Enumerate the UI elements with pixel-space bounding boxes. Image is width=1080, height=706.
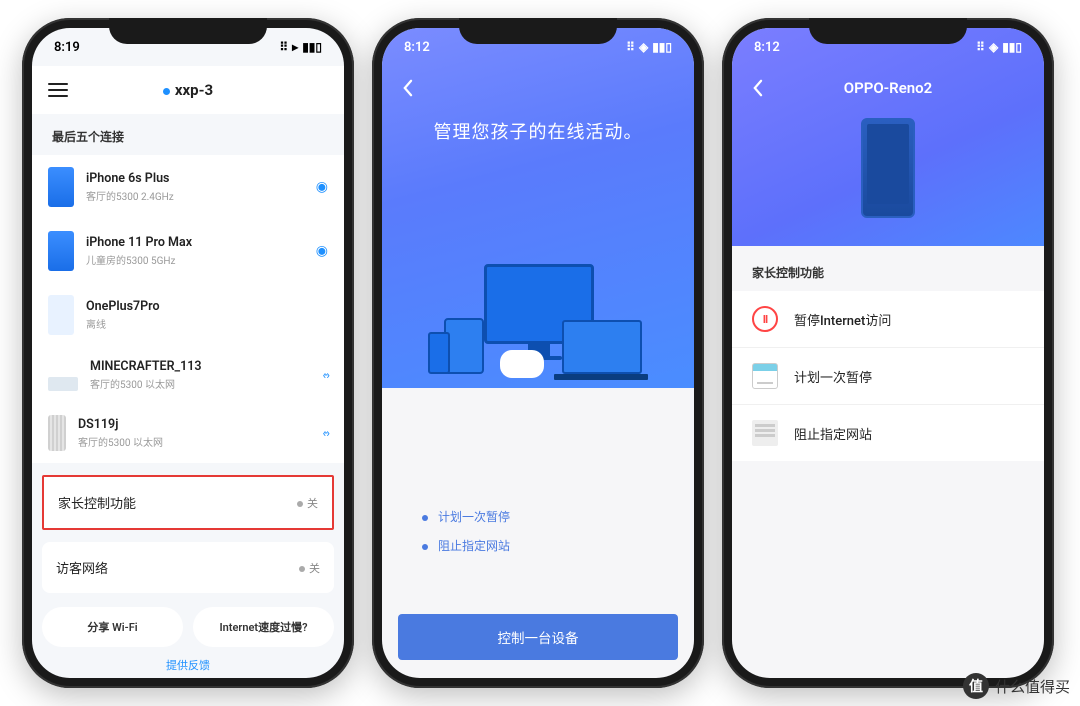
status-time: 8:19 [54,40,80,55]
status-time: 8:12 [404,40,430,55]
header [382,66,694,110]
watermark: 值 什么值得买 [963,673,1070,699]
section-header: 最后五个连接 [32,114,344,155]
website-block-icon [752,420,778,446]
back-icon[interactable] [746,77,768,99]
control-device-button[interactable]: 控制一台设备 [398,614,678,660]
status-off: 关 [297,495,318,511]
device-phone-icon [48,231,74,271]
status-icons: ⠿◈▮▮▯ [976,40,1022,54]
notch [459,18,617,44]
phone-frame-2: 8:12 ⠿◈▮▮▯ 管理您孩子的在线活动。 计划一次暂停 阻止指定网站 控制一… [372,18,704,688]
section-header: 家长控制功能 [732,246,1044,291]
hero-gradient: 8:12 ⠿◈▮▮▯ 管理您孩子的在线活动。 [382,28,694,388]
feedback-link[interactable]: 提供反馈 [32,657,344,673]
screen-parental-intro: 8:12 ⠿◈▮▮▯ 管理您孩子的在线活动。 计划一次暂停 阻止指定网站 控制一… [382,28,694,678]
guest-network-card[interactable]: 访客网络 关 [42,542,334,593]
phone-frame-1: 8:19 ⠿▸▮▮▯ xxp-3 最后五个连接 iPhone 6s Plus客厅… [22,18,354,688]
status-time: 8:12 [754,40,780,55]
speed-slow-button[interactable]: Internet速度过慢? [193,607,334,647]
back-icon[interactable] [396,77,418,99]
ethernet-icon: ‹··› [323,368,328,382]
device-illustration [861,118,915,218]
share-wifi-button[interactable]: 分享 Wi-Fi [42,607,183,647]
device-title: OPPO-Reno2 [844,79,932,97]
feature-list: 计划一次暂停 阻止指定网站 [382,508,694,554]
device-item[interactable]: iPhone 11 Pro Max儿童房的5300 5GHz ◉ [48,219,328,283]
status-off: 关 [299,560,320,576]
phone-frame-3: 8:12 ⠿◈▮▮▯ OPPO-Reno2 家长控制功能 II 暂停Intern… [722,18,1054,688]
hero-title: 管理您孩子的在线活动。 [382,118,694,144]
notch [809,18,967,44]
option-pause-internet[interactable]: II 暂停Internet访问 [732,291,1044,348]
device-nas-icon [48,415,66,451]
device-item[interactable]: OnePlus7Pro离线 [48,283,328,347]
device-list: iPhone 6s Plus客厅的5300 2.4GHz ◉ iPhone 11… [32,155,344,463]
watermark-text: 什么值得买 [995,676,1070,697]
feature-item: 计划一次暂停 [422,508,654,525]
watermark-badge: 值 [963,673,989,699]
device-item[interactable]: DS119j客厅的5300 以太网 ‹··› [48,403,328,463]
page-title: xxp-3 [48,81,328,99]
device-phone-offline-icon [48,295,74,335]
wifi-icon: ◉ [316,179,328,195]
screen-device-control: 8:12 ⠿◈▮▮▯ OPPO-Reno2 家长控制功能 II 暂停Intern… [732,28,1044,678]
header: OPPO-Reno2 [732,66,1044,110]
wifi-icon: ◉ [316,243,328,259]
feature-item: 阻止指定网站 [422,537,654,554]
screen-devices: 8:19 ⠿▸▮▮▯ xxp-3 最后五个连接 iPhone 6s Plus客厅… [32,28,344,678]
status-icons: ⠿▸▮▮▯ [279,40,322,54]
notch [109,18,267,44]
device-router-icon [48,377,78,391]
options-list: II 暂停Internet访问 计划一次暂停 阻止指定网站 [732,291,1044,461]
pause-icon: II [752,306,778,332]
device-item[interactable]: MINECRAFTER_113客厅的5300 以太网 ‹··› [48,347,328,403]
device-item[interactable]: iPhone 6s Plus客厅的5300 2.4GHz ◉ [48,155,328,219]
ethernet-icon: ‹··› [323,426,328,440]
devices-illustration [428,252,648,392]
status-icons: ⠿◈▮▮▯ [626,40,672,54]
calendar-icon [752,363,778,389]
parental-control-card[interactable]: 家长控制功能 关 [42,475,334,530]
device-phone-icon [48,167,74,207]
header: xxp-3 [32,66,344,114]
option-schedule-pause[interactable]: 计划一次暂停 [732,348,1044,405]
option-block-sites[interactable]: 阻止指定网站 [732,405,1044,461]
hero-gradient: 8:12 ⠿◈▮▮▯ OPPO-Reno2 [732,28,1044,246]
